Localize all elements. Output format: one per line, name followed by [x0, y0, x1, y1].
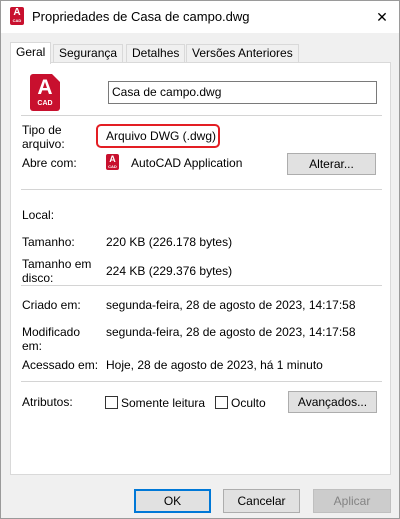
close-icon[interactable]: ✕ [376, 9, 388, 26]
separator [21, 285, 382, 286]
autocad-app-icon: A CAD [106, 154, 119, 170]
size-value: 220 KB (226.178 bytes) [106, 235, 233, 249]
dwg-icon-letter: A [37, 76, 53, 99]
accessed-label: Acessado em: [22, 358, 99, 372]
hidden-label[interactable]: Oculto [231, 396, 266, 410]
attributes-label: Atributos: [22, 395, 73, 409]
ok-button[interactable]: OK [134, 489, 211, 513]
close-button[interactable]: ✕ [365, 1, 399, 33]
size-on-disk-label: Tamanho em disco: [22, 257, 92, 285]
advanced-button[interactable]: Avançados... [288, 391, 377, 413]
location-label: Local: [22, 208, 55, 222]
size-on-disk-value: 224 KB (229.376 bytes) [106, 264, 233, 278]
title-bar[interactable]: A CAD Propriedades de Casa de campo.dwg … [1, 1, 399, 33]
dwg-icon-caption: CAD [37, 100, 53, 107]
autocad-file-icon: A CAD [10, 7, 24, 25]
modified-label: Modificado em: [22, 325, 81, 353]
app-icon-caption: CAD [108, 164, 117, 169]
file-name-input[interactable]: Casa de campo.dwg [108, 81, 377, 104]
dwg-file-icon: A CAD [30, 74, 60, 111]
tab-versoes-anteriores[interactable]: Versões Anteriores [186, 44, 299, 63]
general-tab-panel: A CAD Casa de campo.dwg Tipo de arquivo:… [10, 62, 391, 475]
created-value: segunda-feira, 28 de agosto de 2023, 14:… [106, 298, 356, 312]
cancel-button[interactable]: Cancelar [223, 489, 300, 513]
separator [21, 115, 382, 116]
change-button[interactable]: Alterar... [287, 153, 376, 175]
file-type-label: Tipo de arquivo: [22, 123, 65, 151]
modified-value: segunda-feira, 28 de agosto de 2023, 14:… [106, 325, 356, 339]
file-type-value: Arquivo DWG (.dwg) [106, 129, 217, 143]
separator [21, 189, 382, 190]
readonly-label[interactable]: Somente leitura [121, 396, 205, 410]
open-with-label: Abre com: [22, 156, 77, 170]
readonly-checkbox[interactable] [105, 396, 118, 409]
hidden-checkbox[interactable] [215, 396, 228, 409]
tab-geral[interactable]: Geral [10, 42, 52, 64]
size-label: Tamanho: [22, 235, 75, 249]
window-title: Propriedades de Casa de campo.dwg [32, 9, 250, 24]
properties-dialog: A CAD Propriedades de Casa de campo.dwg … [0, 0, 400, 519]
open-with-value: AutoCAD Application [131, 156, 243, 170]
separator [21, 381, 382, 382]
created-label: Criado em: [22, 298, 81, 312]
apply-button[interactable]: Aplicar [313, 489, 391, 513]
icon-caption: CAD [12, 18, 22, 23]
tab-detalhes[interactable]: Detalhes [126, 44, 186, 63]
accessed-value: Hoje, 28 de agosto de 2023, há 1 minuto [106, 358, 323, 372]
tab-seguranca[interactable]: Segurança [53, 44, 124, 63]
